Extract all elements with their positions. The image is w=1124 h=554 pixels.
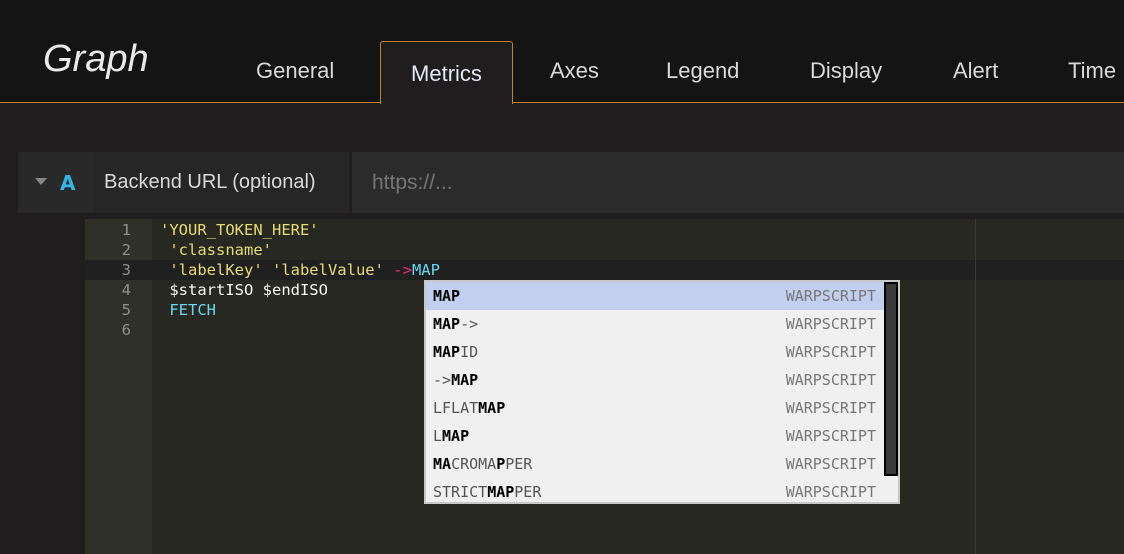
suggestion-text: -> bbox=[460, 315, 479, 333]
suggestion-text: ID bbox=[460, 343, 479, 361]
code-line[interactable]: FETCH bbox=[160, 300, 216, 320]
autocomplete-item[interactable]: MAP WARPSCRIPT bbox=[426, 282, 886, 310]
panel-type-title: Graph bbox=[43, 38, 149, 80]
suggestion-text: CROMA bbox=[451, 455, 497, 473]
code-line[interactable]: 'YOUR_TOKEN_HERE' bbox=[160, 220, 319, 240]
query-letter[interactable]: A bbox=[60, 171, 75, 195]
code-token: FETCH bbox=[160, 301, 216, 319]
tab-general[interactable]: General bbox=[256, 58, 334, 84]
suggestion-meta: WARPSCRIPT bbox=[785, 287, 876, 305]
suggestion-meta: WARPSCRIPT bbox=[785, 399, 876, 417]
tab-legend[interactable]: Legend bbox=[666, 58, 739, 84]
suggestion-text: PER bbox=[514, 483, 542, 501]
autocomplete-item[interactable]: STRICTMAPPER WARPSCRIPT bbox=[426, 478, 886, 506]
match-highlight: MAP bbox=[451, 371, 479, 389]
line-number: 5 bbox=[121, 301, 131, 319]
suggestion-text: STRICT bbox=[433, 483, 488, 501]
code-token: MAP bbox=[411, 261, 440, 279]
code-token: 'YOUR_TOKEN_HERE' bbox=[160, 221, 319, 239]
code-token: -> bbox=[393, 261, 412, 279]
code-token: $startISO $endISO bbox=[160, 281, 328, 299]
code-token: 'labelKey' 'labelValue' bbox=[160, 261, 394, 279]
match-highlight: MAP bbox=[478, 399, 506, 417]
suggestion-text: PER bbox=[505, 455, 533, 473]
match-highlight: MAP bbox=[487, 483, 515, 501]
match-highlight: MA bbox=[433, 455, 452, 473]
suggestion-text: -> bbox=[433, 371, 452, 389]
code-line[interactable]: $startISO $endISO bbox=[160, 280, 328, 300]
autocomplete-popup: MAP WARPSCRIPT MAP-> WARPSCRIPT MAPID WARPSCR… bbox=[424, 280, 900, 504]
tab-display[interactable]: Display bbox=[810, 58, 882, 84]
autocomplete-scrollbar[interactable] bbox=[884, 282, 898, 476]
autocomplete-item[interactable]: LMAP WARPSCRIPT bbox=[426, 422, 886, 450]
suggestion-meta: WARPSCRIPT bbox=[785, 343, 876, 361]
backend-url-input[interactable] bbox=[352, 152, 1124, 213]
collapse-caret-icon[interactable] bbox=[35, 178, 47, 185]
autocomplete-item[interactable]: MAPID WARPSCRIPT bbox=[426, 338, 886, 366]
line-number: 6 bbox=[121, 321, 131, 339]
match-highlight: P bbox=[496, 455, 506, 473]
line-number: 3 bbox=[121, 261, 131, 279]
match-highlight: MAP bbox=[442, 427, 470, 445]
autocomplete-item[interactable]: ->MAP WARPSCRIPT bbox=[426, 366, 886, 394]
panel-editor-header: Graph General Metrics Axes Legend Displa… bbox=[0, 0, 1124, 104]
autocomplete-item[interactable]: MAP-> WARPSCRIPT bbox=[426, 310, 886, 338]
suggestion-meta: WARPSCRIPT bbox=[785, 455, 876, 473]
suggestion-meta: WARPSCRIPT bbox=[785, 371, 876, 389]
suggestion-meta: WARPSCRIPT bbox=[785, 315, 876, 333]
tab-axes[interactable]: Axes bbox=[550, 58, 599, 84]
suggestion-meta: WARPSCRIPT bbox=[785, 483, 876, 501]
tab-alert[interactable]: Alert bbox=[953, 58, 998, 84]
match-highlight: MAP bbox=[433, 315, 461, 333]
suggestion-text: L bbox=[433, 427, 443, 445]
tab-metrics[interactable]: Metrics bbox=[380, 41, 513, 104]
autocomplete-item[interactable]: MACROMAPPER WARPSCRIPT bbox=[426, 450, 886, 478]
tab-time[interactable]: Time bbox=[1068, 58, 1116, 84]
line-number: 4 bbox=[121, 281, 131, 299]
line-number: 2 bbox=[121, 241, 131, 259]
match-highlight: MAP bbox=[433, 287, 461, 305]
suggestion-text: LFLAT bbox=[433, 399, 479, 417]
autocomplete-item[interactable]: LFLATMAP WARPSCRIPT bbox=[426, 394, 886, 422]
code-line[interactable]: 'labelKey' 'labelValue' ->MAP bbox=[160, 260, 440, 280]
backend-url-label: Backend URL (optional) bbox=[94, 152, 349, 213]
match-highlight: MAP bbox=[433, 343, 461, 361]
code-token: 'classname' bbox=[160, 241, 272, 259]
code-line[interactable]: 'classname' bbox=[160, 240, 272, 260]
line-number: 1 bbox=[121, 221, 131, 239]
print-margin bbox=[975, 219, 976, 554]
suggestion-meta: WARPSCRIPT bbox=[785, 427, 876, 445]
